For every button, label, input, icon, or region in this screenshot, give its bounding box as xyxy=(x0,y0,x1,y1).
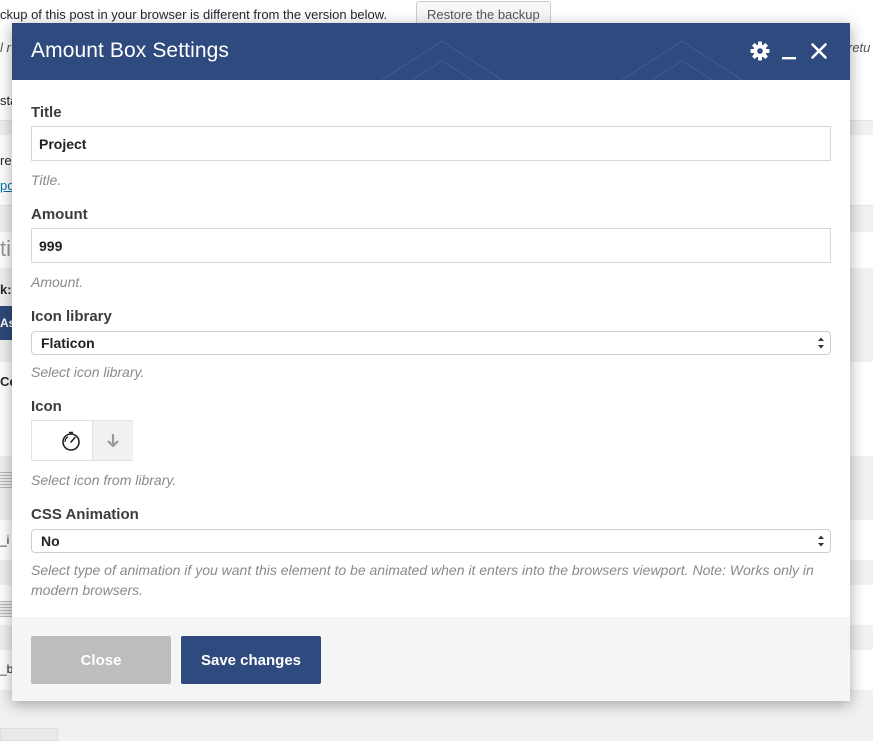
gear-icon[interactable] xyxy=(749,40,771,62)
css-animation-selected: No xyxy=(41,533,60,549)
stopwatch-icon xyxy=(62,431,80,451)
amount-help: Amount. xyxy=(31,274,84,290)
amount-box-settings-modal: Amount Box Settings Title Project Title.… xyxy=(12,23,850,701)
bg-fragment: re xyxy=(0,153,12,168)
modal-title: Amount Box Settings xyxy=(31,39,230,62)
css-animation-select[interactable]: No xyxy=(31,529,831,553)
select-arrows-icon xyxy=(818,337,824,349)
amount-label: Amount xyxy=(31,206,88,223)
css-animation-help: Select type of animation if you want thi… xyxy=(31,562,814,598)
icon-library-help: Select icon library. xyxy=(31,364,145,380)
css-animation-label: CSS Animation xyxy=(31,506,139,523)
title-input[interactable] xyxy=(31,126,831,161)
bg-fragment: l r xyxy=(0,40,11,55)
amount-input[interactable] xyxy=(31,228,831,263)
save-changes-button[interactable]: Save changes xyxy=(181,636,321,684)
modal-header[interactable]: Amount Box Settings xyxy=(12,23,850,80)
bg-heading-fragment: ti xyxy=(0,236,11,261)
arrow-down-icon xyxy=(107,434,119,448)
backup-notice-text: ckup of this post in your browser is dif… xyxy=(0,7,388,22)
bg-fragment: retu xyxy=(848,40,871,55)
drag-handle[interactable] xyxy=(0,601,12,617)
icon-library-selected: Flaticon xyxy=(41,335,95,351)
close-button[interactable]: Close xyxy=(31,636,171,684)
bg-toolbar-stub[interactable] xyxy=(0,728,58,741)
title-help: Title. xyxy=(31,172,62,188)
bg-fragment: k: xyxy=(0,282,12,297)
minimize-icon[interactable] xyxy=(778,40,800,62)
close-icon[interactable] xyxy=(808,40,830,62)
icon-help: Select icon from library. xyxy=(31,472,177,488)
icon-library-label: Icon library xyxy=(31,308,112,325)
icon-picker[interactable] xyxy=(31,420,133,461)
select-arrows-icon xyxy=(818,535,824,547)
icon-label: Icon xyxy=(31,398,62,415)
icon-dropdown-button[interactable] xyxy=(92,421,133,460)
drag-handle[interactable] xyxy=(0,472,12,488)
title-label: Title xyxy=(31,104,62,121)
modal-footer: Close Save changes xyxy=(12,617,850,701)
icon-preview[interactable] xyxy=(32,421,92,460)
bg-fragment: _i xyxy=(0,533,10,547)
icon-library-select[interactable]: Flaticon xyxy=(31,331,831,355)
